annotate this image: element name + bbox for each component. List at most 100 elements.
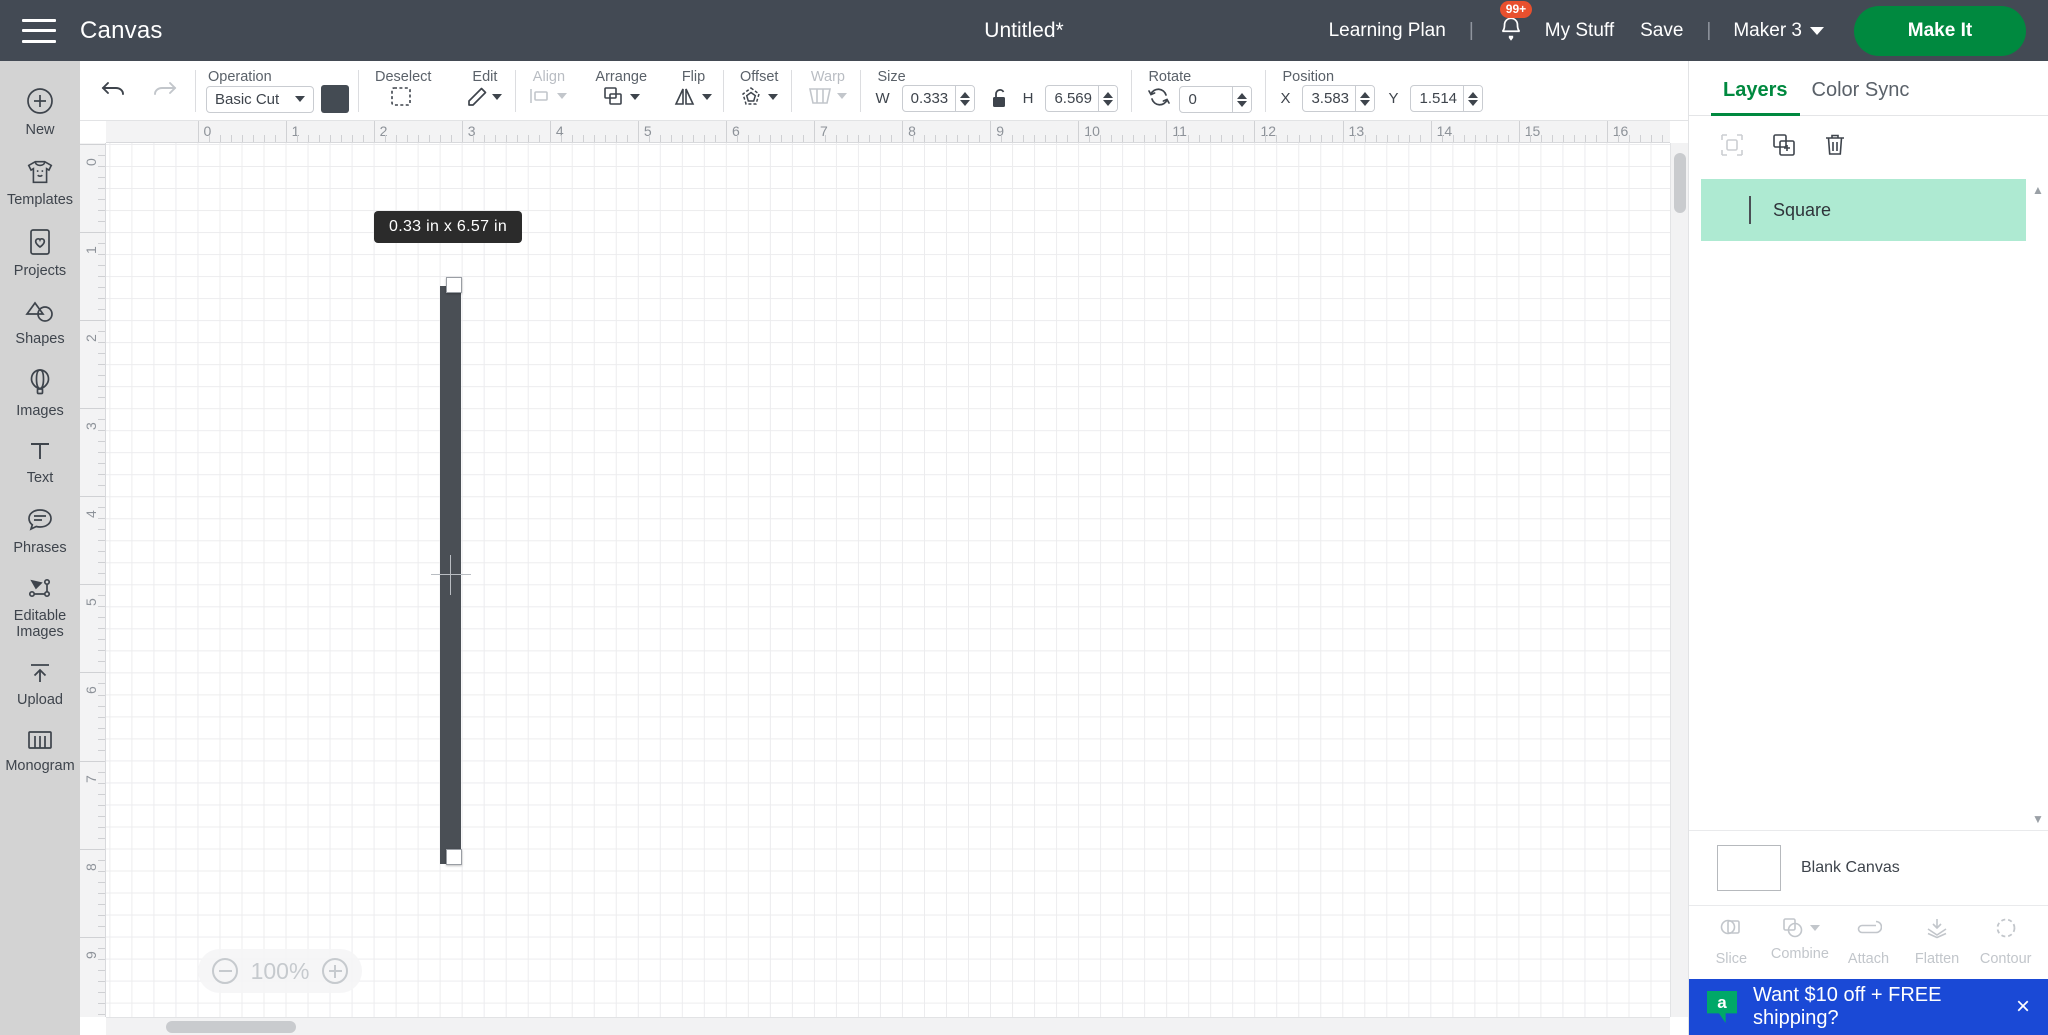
ruler-label: 14: [1436, 123, 1453, 139]
layers-scrollbar[interactable]: ▲ ▼: [2032, 183, 2044, 826]
ruler-tick: [80, 848, 105, 850]
unlocked-padlock-icon[interactable]: [988, 87, 1010, 111]
offset-button[interactable]: [739, 85, 778, 109]
ruler-minor-tick: [1023, 135, 1025, 142]
sidebar-item-text[interactable]: Text: [0, 427, 80, 495]
layer-tools: [1689, 116, 2048, 179]
width-input[interactable]: [902, 90, 955, 107]
canvas-area[interactable]: 01234567891011121314151617 0123456789 0.…: [80, 121, 1688, 1035]
scroll-up-icon[interactable]: ▲: [2032, 183, 2044, 197]
my-stuff-link[interactable]: My Stuff: [1532, 20, 1627, 42]
save-button[interactable]: Save: [1627, 20, 1696, 42]
ruler-minor-tick: [307, 135, 309, 142]
rotate-field[interactable]: [1179, 86, 1253, 113]
undo-icon[interactable]: [100, 78, 128, 105]
blank-canvas-row[interactable]: Blank Canvas: [1689, 830, 2048, 905]
ruler-minor-tick: [1573, 135, 1575, 142]
scroll-down-icon[interactable]: ▼: [2032, 812, 2044, 826]
width-stepper[interactable]: [954, 86, 974, 111]
ruler-minor-tick: [98, 430, 105, 432]
sidebar-item-templates[interactable]: Templates: [0, 147, 80, 217]
deselect-button[interactable]: [389, 85, 415, 109]
ruler-label: 7: [820, 123, 828, 139]
machine-selector[interactable]: Maker 3: [1721, 20, 1836, 42]
ruler-minor-tick: [98, 298, 105, 300]
notifications-button[interactable]: 99+: [1484, 1, 1533, 47]
sidebar-item-projects[interactable]: Projects: [0, 216, 80, 288]
make-it-button[interactable]: Make It: [1854, 5, 2026, 56]
ruler-minor-tick: [1111, 135, 1113, 142]
design-grid[interactable]: 0.33 in x 6.57 in: [106, 143, 1670, 1017]
ruler-minor-tick: [1276, 135, 1278, 142]
sidebar-item-upload[interactable]: Upload: [0, 649, 80, 717]
promo-banner[interactable]: a Want $10 off + FREE shipping? ×: [1689, 979, 2048, 1035]
operation-select[interactable]: Basic Cut: [206, 85, 314, 113]
tab-layers[interactable]: Layers: [1711, 79, 1800, 116]
sidebar-item-monogram[interactable]: Monogram: [0, 717, 80, 783]
ruler-minor-tick: [1298, 135, 1300, 142]
sidebar-item-editable-images[interactable]: Editable Images: [0, 565, 80, 649]
canvas-vertical-scrollbar[interactable]: [1670, 143, 1688, 1017]
sidebar-item-images[interactable]: Images: [0, 356, 80, 428]
ruler-minor-tick: [98, 980, 105, 982]
trash-icon[interactable]: [1823, 132, 1847, 163]
height-field[interactable]: [1045, 85, 1119, 112]
x-field[interactable]: [1302, 85, 1376, 112]
edit-button[interactable]: [465, 85, 503, 109]
horizontal-scroll-thumb[interactable]: [166, 1021, 296, 1033]
selection-handle-bottom-right[interactable]: [446, 849, 462, 865]
ruler-minor-tick: [98, 452, 105, 454]
sidebar-label-editable-images: Editable Images: [13, 607, 67, 641]
sidebar-item-phrases[interactable]: Phrases: [0, 495, 80, 565]
ruler-minor-tick: [1650, 135, 1652, 142]
arrange-button[interactable]: [601, 85, 640, 109]
y-stepper[interactable]: [1463, 86, 1483, 111]
sidebar-item-new[interactable]: New: [0, 75, 80, 147]
ruler-label: 2: [379, 123, 388, 139]
y-input[interactable]: [1411, 90, 1464, 107]
position-label: Position: [1282, 69, 1335, 85]
rotate-icon[interactable]: [1146, 85, 1172, 114]
color-swatch[interactable]: [321, 85, 349, 113]
ruler-minor-tick: [362, 135, 364, 142]
width-field[interactable]: [901, 85, 975, 112]
rotate-group: Rotate: [1132, 61, 1267, 121]
x-input[interactable]: [1303, 90, 1356, 107]
ruler-minor-tick: [98, 683, 105, 685]
ruler-minor-tick: [98, 188, 105, 190]
ruler-label: 16: [1612, 123, 1629, 139]
layer-item-square[interactable]: Square: [1701, 179, 2026, 241]
learning-plan-link[interactable]: Learning Plan: [1316, 20, 1459, 42]
ruler-minor-tick: [792, 135, 794, 142]
height-stepper[interactable]: [1098, 86, 1118, 111]
rotate-stepper[interactable]: [1232, 87, 1252, 112]
plus-circle-icon[interactable]: [322, 958, 348, 984]
rotate-input[interactable]: [1180, 91, 1233, 108]
ruler-minor-tick: [98, 958, 105, 960]
right-panel: Layers Color Sync Square ▲ ▼ Blank Canva…: [1688, 61, 2048, 1035]
redo-icon[interactable]: [150, 78, 178, 105]
hamburger-icon[interactable]: [22, 18, 56, 43]
ruler-minor-tick: [98, 474, 105, 476]
ruler-tick: [80, 760, 105, 762]
ruler-tick: [80, 936, 105, 938]
x-stepper[interactable]: [1355, 86, 1375, 111]
y-field[interactable]: [1410, 85, 1484, 112]
ruler-minor-tick: [1133, 135, 1135, 142]
flip-button[interactable]: [673, 85, 713, 109]
contour-label: Contour: [1979, 951, 2032, 967]
sidebar-item-shapes[interactable]: Shapes: [0, 288, 80, 356]
height-input[interactable]: [1046, 90, 1099, 107]
minus-circle-icon[interactable]: [212, 958, 238, 984]
duplicate-icon[interactable]: [1771, 132, 1797, 163]
selection-group: Deselect Edit: [359, 61, 517, 121]
ruler-minor-tick: [98, 771, 105, 773]
canvas-horizontal-scrollbar[interactable]: [106, 1017, 1670, 1035]
warp-group: Warp: [792, 61, 862, 121]
ruler-minor-tick: [891, 135, 893, 142]
close-icon[interactable]: ×: [2016, 995, 2030, 1019]
ruler-minor-tick: [1331, 135, 1333, 142]
vertical-scroll-thumb[interactable]: [1674, 153, 1686, 213]
tab-color-sync[interactable]: Color Sync: [1800, 79, 1922, 115]
selection-handle-top-right[interactable]: [446, 277, 462, 293]
